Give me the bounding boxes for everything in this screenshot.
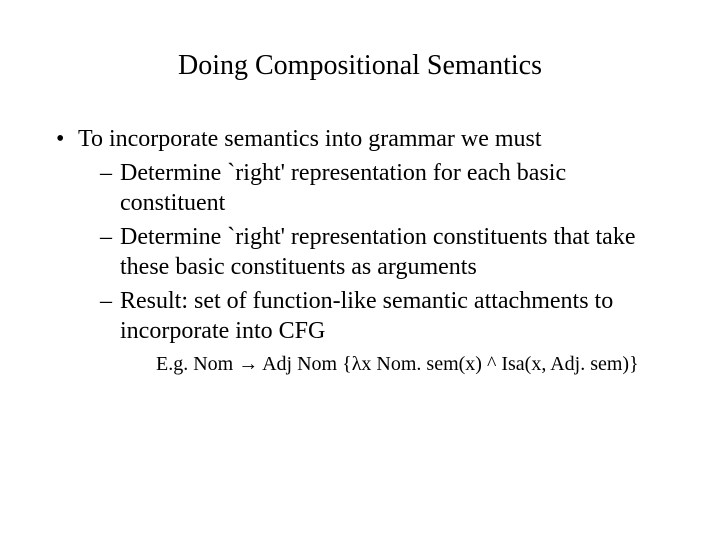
bullet-text: Determine `right' representation constit…	[120, 224, 635, 280]
bullet-level3: E.g. Nom → Adj Nom {λx Nom. sem(x) ^ Isa…	[50, 352, 670, 377]
bullet-level2-c: Result: set of function-like semantic at…	[50, 286, 670, 346]
bullet-level2-b: Determine `right' representation constit…	[50, 222, 670, 282]
bullet-level1: To incorporate semantics into grammar we…	[50, 124, 670, 154]
slide-title: Doing Compositional Semantics	[50, 50, 670, 82]
bullet-text: To incorporate semantics into grammar we…	[78, 126, 542, 152]
bullet-text: Result: set of function-like semantic at…	[120, 288, 613, 344]
slide: Doing Compositional Semantics To incorpo…	[0, 0, 720, 540]
bullet-level2-a: Determine `right' representation for eac…	[50, 158, 670, 218]
bullet-text: Determine `right' representation for eac…	[120, 160, 566, 216]
bullet-text: E.g. Nom → Adj Nom {λx Nom. sem(x) ^ Isa…	[156, 352, 670, 377]
